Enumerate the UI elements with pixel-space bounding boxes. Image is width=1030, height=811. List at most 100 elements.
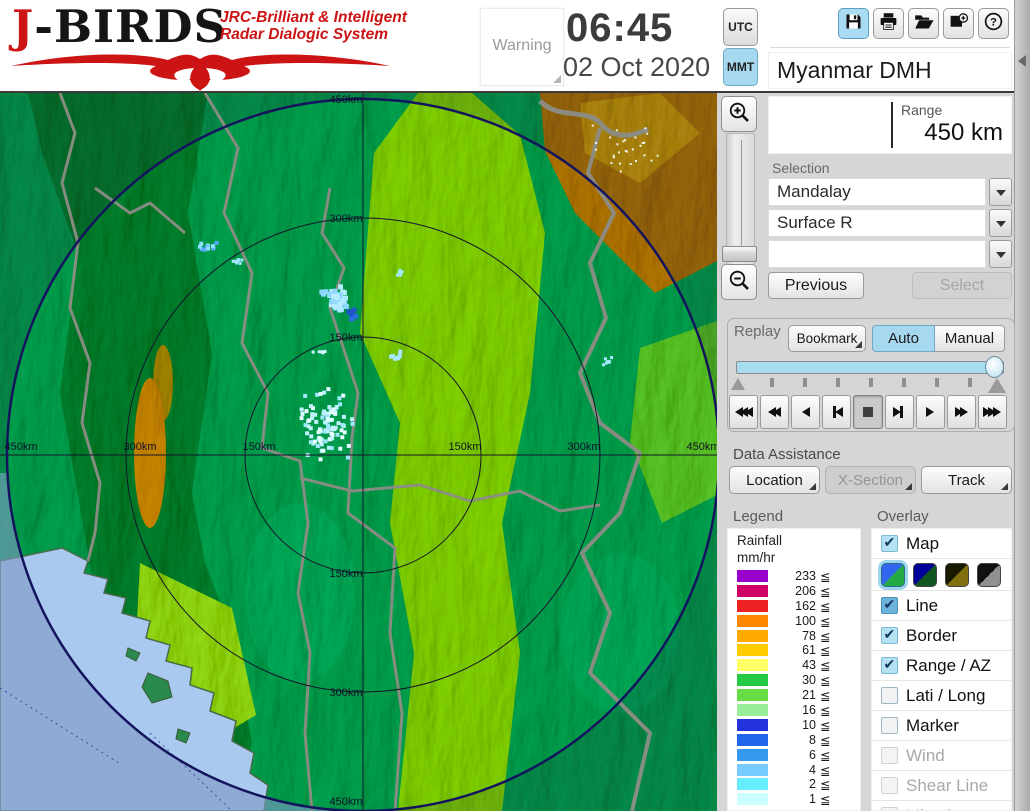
toolbar-separator [770,47,1010,48]
print-icon [878,11,899,37]
legend-panel: Rainfall mm/hr 233 ≦ 206 ≦ 162 ≦ 100 ≦ 78 ≦ 61 ≦ 43 ≦… [727,528,861,811]
legend-row: 206 ≦ [728,584,860,599]
auto-mode-button[interactable]: Auto [872,325,935,352]
checkbox[interactable] [881,626,898,644]
legend-value: 206 [795,583,816,598]
step-back-icon [832,406,844,418]
fast-forward-2-button[interactable] [946,395,976,429]
slider-tick [935,378,939,387]
timezone-mmt-button[interactable]: MMT [723,48,758,86]
map-style-swatches [872,559,1011,591]
play-button[interactable] [915,395,945,429]
replay-progress-slider[interactable] [736,361,1004,374]
location-button[interactable]: Location [729,466,820,494]
play-icon [926,407,935,417]
track-button[interactable]: Track [921,466,1012,494]
checkbox[interactable] [881,656,898,674]
fast-rewind-2-button[interactable] [760,395,790,429]
legend-color-swatch [737,584,768,597]
legend-value: 6 [809,747,816,762]
selection-dropdown-2 [768,240,1012,268]
overlay-item-lati-long: Lati / Long [872,681,1011,711]
legend-operator: ≦ [820,674,831,689]
print-button[interactable] [873,8,904,39]
fast-rewind-2-icon [768,407,782,417]
help-button[interactable]: ? [978,8,1009,39]
checkbox[interactable] [881,717,898,734]
legend-value: 100 [795,613,816,628]
legend-row: 6 ≦ [728,748,860,763]
step-forward-button[interactable] [884,395,914,429]
help-icon: ? [983,11,1004,37]
map-zoom-in-button[interactable] [721,96,757,132]
panel-collapse-icon[interactable] [1018,55,1026,67]
legend-row: 21 ≦ [728,688,860,703]
step-back-button[interactable] [822,395,852,429]
overlay-item-label: Line [906,595,939,615]
ring-label: 300km [123,441,156,453]
manual-mode-button[interactable]: Manual [935,325,1005,352]
legend-value: 61 [802,643,816,658]
legend-operator: ≦ [820,570,831,584]
legend-operator: ≦ [820,584,831,599]
legend-value: 78 [802,628,816,643]
fast-forward-3-button[interactable] [977,395,1007,429]
save-button[interactable] [838,8,869,39]
radar-map[interactable]: 150km 150km 150km 150km 300km 300km 300km 300km… [0,93,717,811]
svg-text:?: ? [990,16,997,28]
legend-color-swatch [737,733,768,746]
legend-color-swatch [737,704,768,717]
checkbox[interactable] [881,596,898,614]
map-zoom-out-button[interactable] [721,264,757,300]
slider-tick [968,378,972,387]
reverse-play-button[interactable] [791,395,821,429]
legend-operator: ≦ [820,644,831,659]
legend-color-swatch [737,748,768,761]
toolbar: ? [838,8,1009,39]
overlay-item-label: Marker [906,715,959,735]
slider-start-marker-icon[interactable] [731,378,745,390]
chevron-down-icon[interactable] [989,240,1012,268]
slider-end-marker-icon[interactable] [988,378,1006,393]
legend-value: 162 [795,598,816,613]
ring-label: 450km [686,441,717,453]
legend-value: 43 [802,658,816,673]
legend-operator: ≦ [820,614,831,629]
chevron-down-icon[interactable] [989,209,1012,237]
overlay-item-map: Map [872,529,1011,559]
map-style-0[interactable] [881,562,905,587]
open-folder-button[interactable] [908,8,939,39]
map-style-2[interactable] [945,562,969,587]
legend-color-swatch [737,763,768,776]
add-image-button[interactable] [943,8,974,39]
overlay-item-marker: Marker [872,711,1011,741]
dropdown-value[interactable] [768,240,986,268]
slider-tick [902,378,906,387]
dropdown-value[interactable]: Mandalay [768,178,986,206]
resize-grip-icon[interactable] [553,75,561,83]
warning-panel[interactable]: Warning [480,8,564,86]
timezone-utc-button[interactable]: UTC [723,8,758,46]
legend-operator: ≦ [820,733,831,748]
legend-value: 16 [802,703,816,718]
legend-row: 8 ≦ [728,733,860,748]
previous-button[interactable]: Previous [768,272,864,299]
bookmark-button[interactable]: Bookmark [788,325,866,352]
map-zoom-slider-handle[interactable] [722,246,757,262]
checkbox[interactable] [881,534,898,552]
slider-tick [770,378,774,387]
map-style-3[interactable] [977,562,1001,587]
fast-rewind-3-button[interactable] [729,395,759,429]
panel-edge-strip[interactable] [1014,0,1030,811]
ring-label: 150km [448,441,481,453]
stop-button[interactable] [853,395,883,429]
legend-operator: ≦ [820,748,831,763]
replay-slider-handle[interactable] [985,356,1004,378]
checkbox [881,777,898,794]
dropdown-value[interactable]: Surface R [768,209,986,237]
reverse-play-icon [801,407,810,417]
legend-color-swatch [737,599,768,612]
chevron-down-icon[interactable] [989,178,1012,206]
map-style-1[interactable] [913,562,937,587]
checkbox[interactable] [881,687,898,704]
